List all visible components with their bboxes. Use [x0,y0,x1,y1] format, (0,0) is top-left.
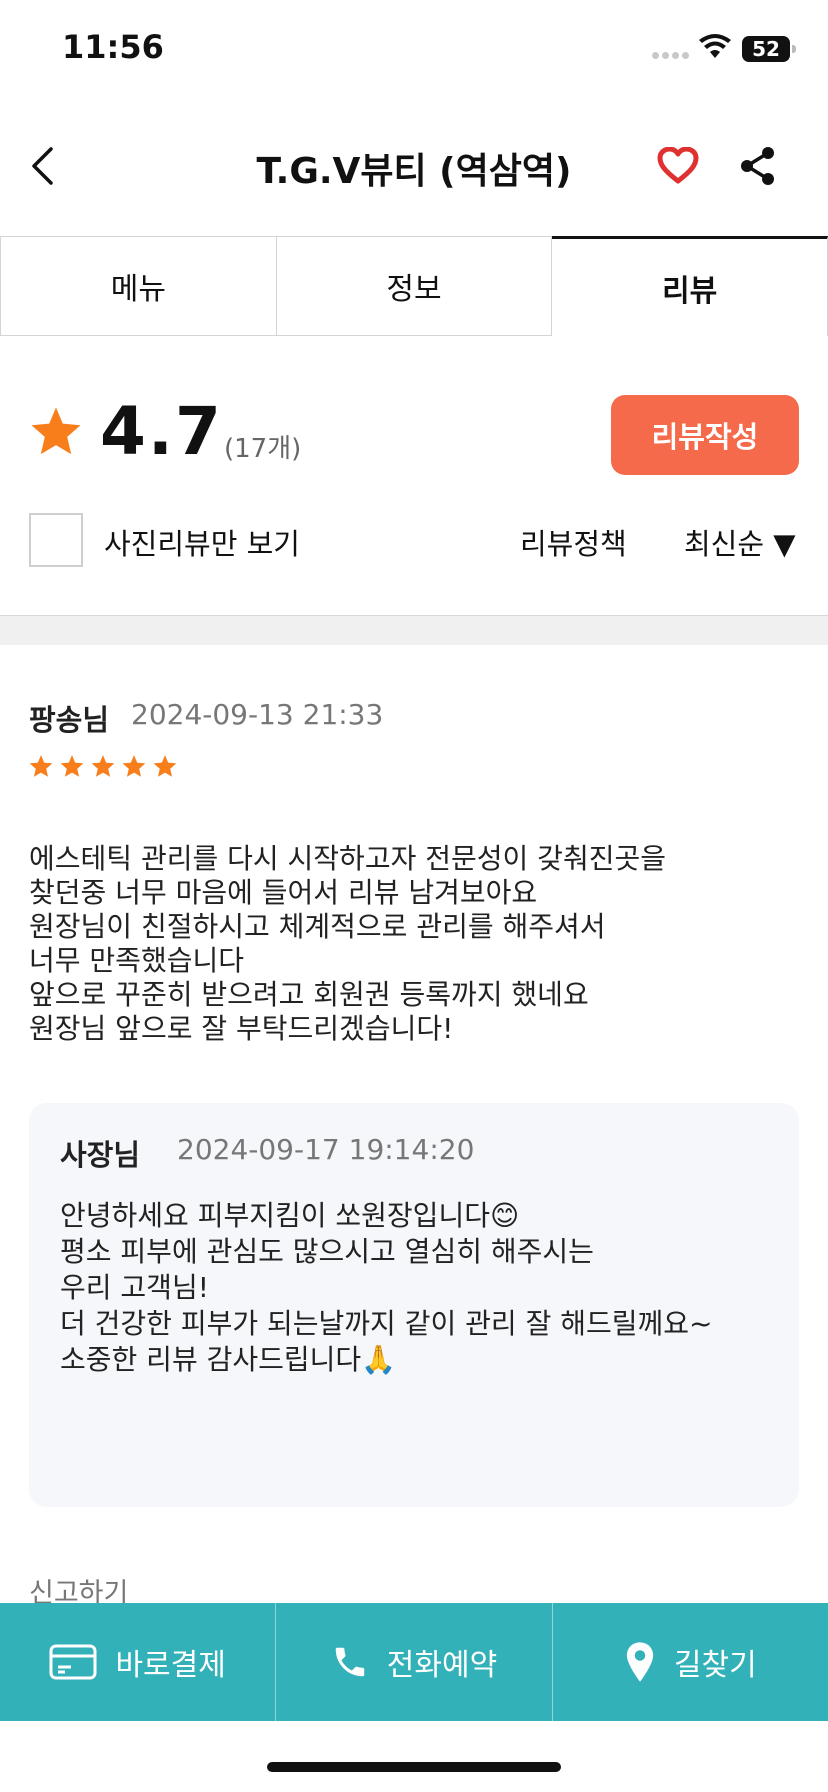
bottom-action-bar: 바로결제 전화예약 길찾기 [0,1603,828,1721]
directions-button[interactable]: 길찾기 [551,1603,828,1721]
review-body-line: 찾던중 너무 마음에 들어서 리뷰 남겨보아요 [29,876,538,909]
review-body-line: 에스테틱 관리를 다시 시작하고자 전문성이 갖춰진곳을 [29,842,666,875]
instant-pay-button[interactable]: 바로결제 [0,1603,275,1721]
reply-body-line: 안녕하세요 피부지킴이 쏘원장입니다😊 [60,1199,520,1232]
star-icon [60,755,84,777]
review-body: 에스테틱 관리를 다시 시작하고자 전문성이 갖춰진곳을 찾던중 너무 마음에 … [29,842,799,1046]
review-body-line: 원장님이 친절하시고 체계적으로 관리를 해주셔서 [29,910,606,943]
home-indicator [267,1762,561,1772]
owner-reply-card: 사장님 2024-09-17 19:14:20 안녕하세요 피부지킴이 쏘원장입… [29,1103,799,1507]
tab-bar: 메뉴 정보 리뷰 [0,236,828,336]
directions-label: 길찾기 [673,1648,757,1683]
status-time: 11:56 [62,28,164,66]
star-icon [122,755,146,777]
review-author: 팡송님 [29,703,110,737]
review-body-line: 앞으로 꾸준히 받으려고 회원권 등록까지 했네요 [29,978,589,1011]
review-date: 2024-09-13 21:33 [131,698,384,731]
phone-icon [335,1647,365,1677]
star-icon [29,755,53,777]
reply-body-line: 우리 고객님! [60,1271,209,1304]
share-icon[interactable] [730,138,786,194]
phone-reservation-label: 전화예약 [386,1648,498,1683]
header: T.G.V뷰티 (역삼역) [0,118,828,214]
sort-dropdown[interactable]: 최신순 ▼ [684,521,796,563]
tab-menu[interactable]: 메뉴 [0,236,277,336]
card-icon [49,1644,97,1680]
phone-reservation-button[interactable]: 전화예약 [275,1603,551,1721]
location-pin-icon [626,1642,654,1682]
instant-pay-label: 바로결제 [115,1648,226,1683]
review-star-rating [28,754,178,779]
reply-body: 안녕하세요 피부지킴이 쏘원장입니다😊 평소 피부에 관심도 많으시고 열심히 … [60,1198,780,1378]
reply-author: 사장님 [60,1138,141,1172]
photo-review-checkbox[interactable] [29,513,83,567]
review-policy-link[interactable]: 리뷰정책 [520,521,627,563]
status-bar: 11:56 52 [0,0,828,100]
reply-body-line: 평소 피부에 관심도 많으시고 열심히 해주시는 [60,1235,594,1268]
heart-icon[interactable] [650,138,706,194]
photo-review-filter-label[interactable]: 사진리뷰만 보기 [104,521,300,563]
star-icon [91,755,115,777]
review-body-line: 너무 만족했습니다 [29,944,244,977]
write-review-button[interactable]: 리뷰작성 [611,395,799,475]
reply-date: 2024-09-17 19:14:20 [177,1133,475,1166]
reply-body-line: 더 건강한 피부가 되는날까지 같이 관리 잘 해드릴께요~ [60,1307,713,1340]
section-divider [0,615,828,645]
tab-reviews[interactable]: 리뷰 [552,236,828,336]
tab-info[interactable]: 정보 [276,236,553,336]
wifi-icon [699,34,731,58]
review-count: (17개) [224,434,302,464]
review-body-line: 원장님 앞으로 잘 부탁드리겠습니다! [29,1012,454,1045]
signal-icon [652,52,692,60]
reply-body-line: 소중한 리뷰 감사드립니다🙏 [60,1343,397,1376]
star-icon [31,407,81,455]
rating-value: 4.7 [100,393,223,470]
battery-icon: 52 [742,36,796,62]
star-icon [153,755,177,777]
